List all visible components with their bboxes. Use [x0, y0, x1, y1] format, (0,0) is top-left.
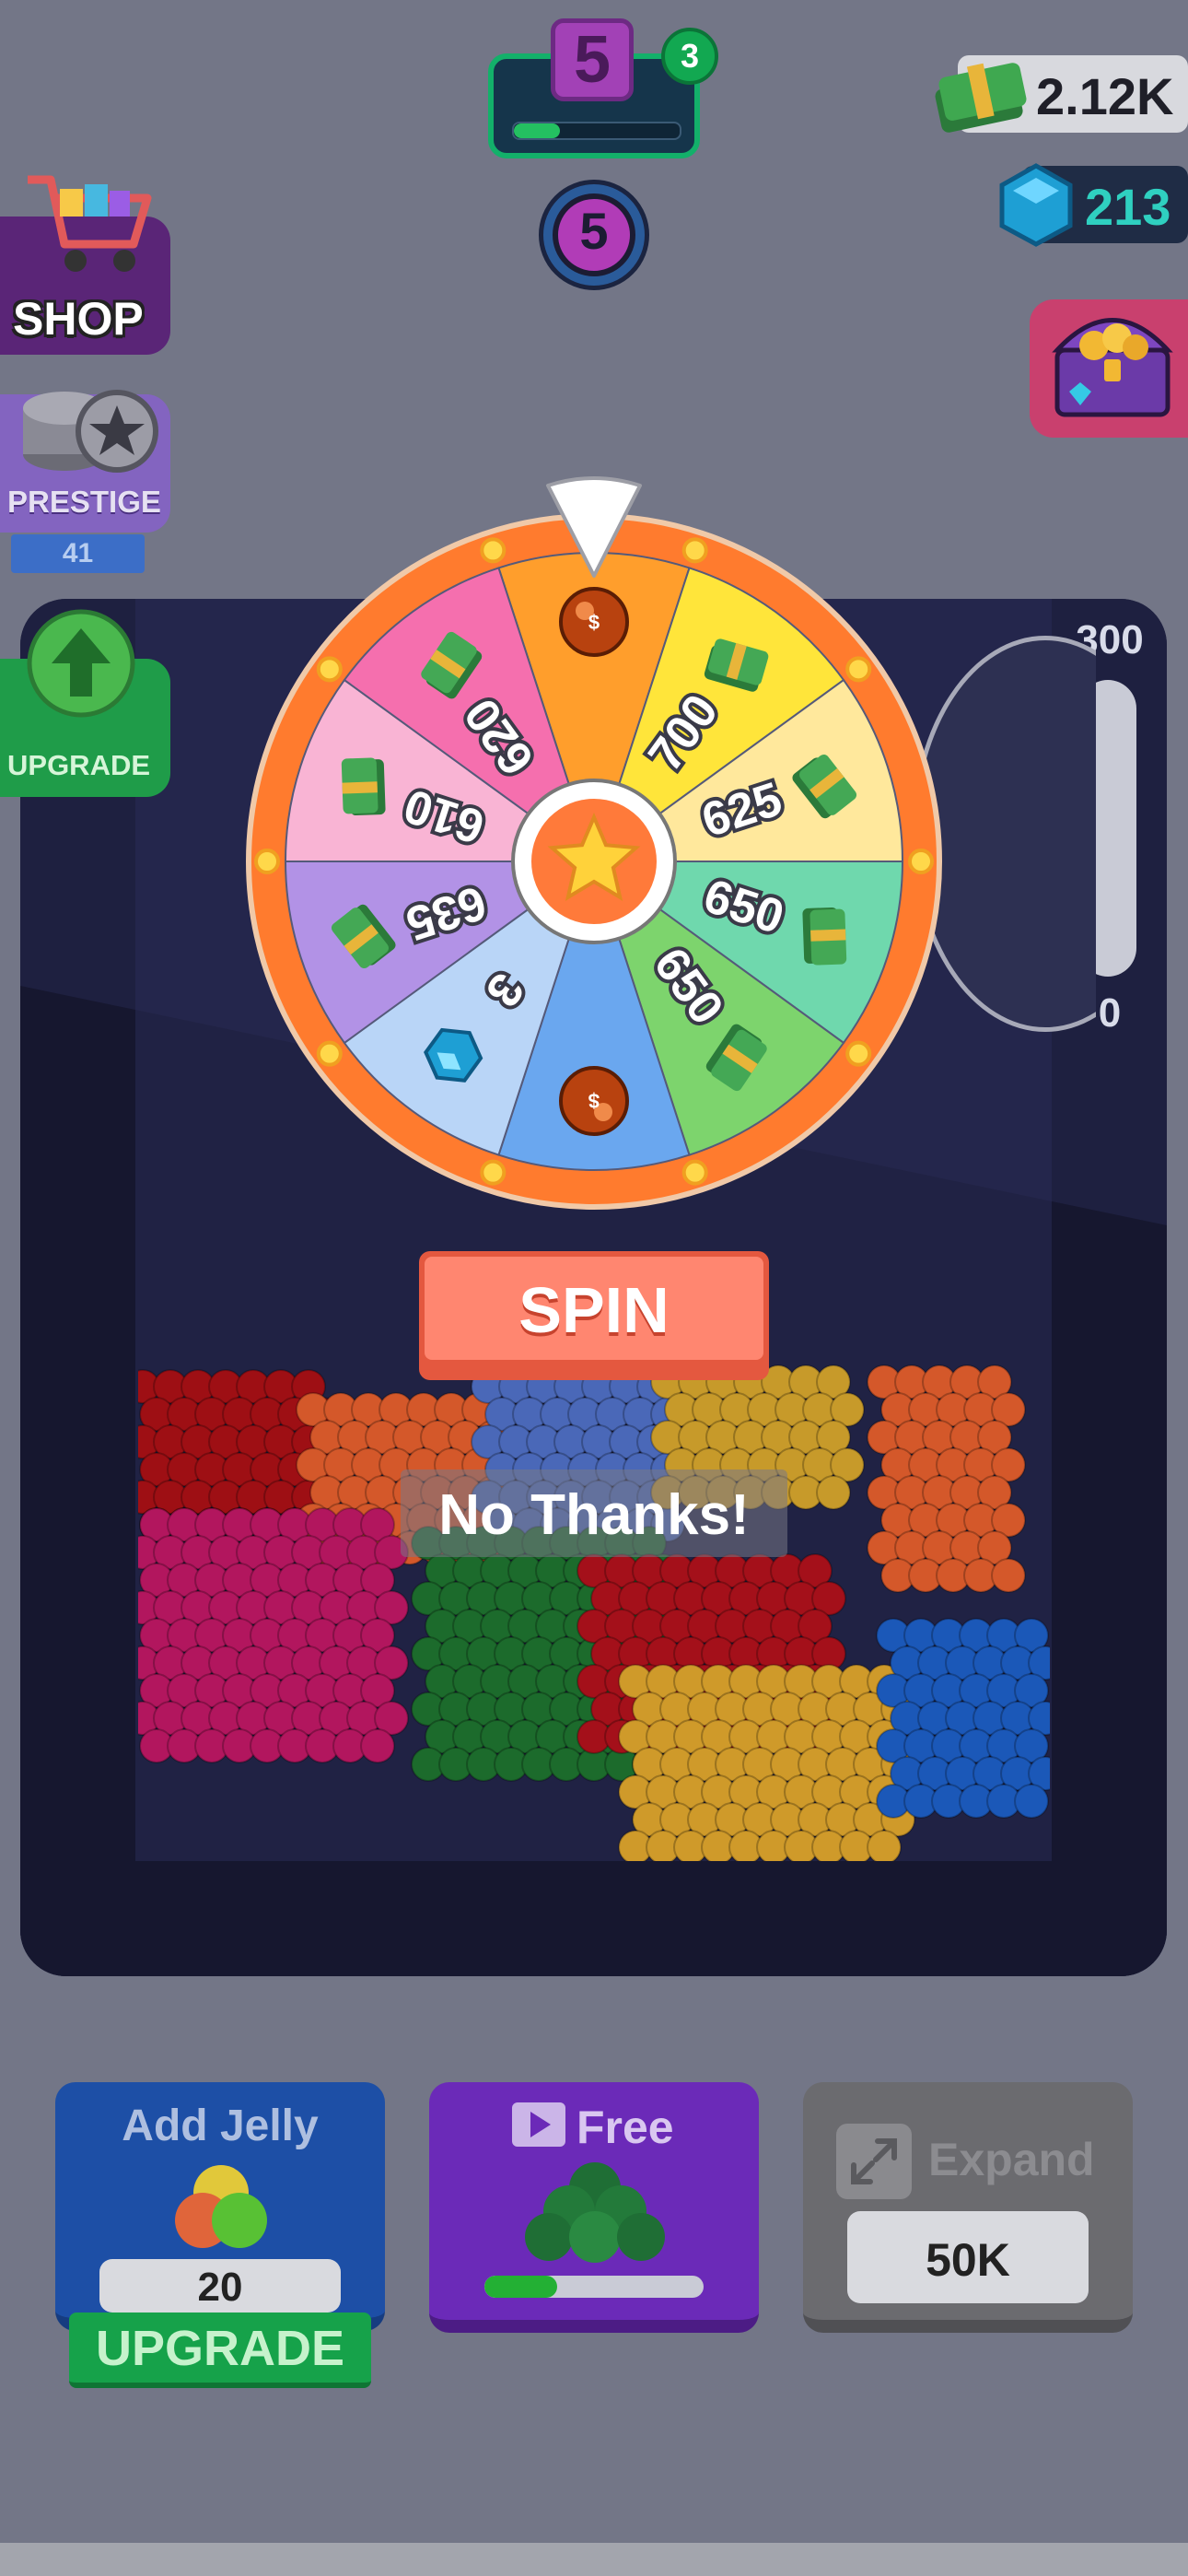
free-progress-fill: [484, 2276, 557, 2298]
upgrade-side-button[interactable]: UPGRADE: [0, 609, 170, 797]
no-thanks-button[interactable]: No Thanks!: [401, 1469, 787, 1557]
orb-icon: $: [559, 587, 629, 657]
expand-price-box: 50K: [847, 2211, 1089, 2303]
rim-light: [681, 1159, 708, 1186]
up-arrow-icon: [27, 609, 135, 718]
treasure-chest-icon: [1052, 318, 1173, 417]
svg-text:$: $: [588, 1089, 600, 1112]
no-thanks-label: No Thanks!: [438, 1483, 750, 1547]
free-title: Free: [577, 2102, 674, 2153]
bottom-strip: [0, 2543, 1188, 2576]
add-jelly-title: Add Jelly: [122, 2102, 319, 2150]
svg-text:$: $: [588, 611, 600, 634]
spin-label: SPIN: [518, 1274, 670, 1346]
cash-icon: [935, 63, 1027, 133]
orb-icon: $: [559, 1066, 629, 1136]
add-jelly-value: 20: [197, 2265, 243, 2310]
jelly-cluster: [138, 1507, 409, 1763]
video-play-icon: [512, 2102, 565, 2147]
prize-wheel[interactable]: $700625650650$3635610620: [235, 502, 953, 1221]
cash-amount: 2.12K: [1036, 67, 1174, 125]
jelly-pile: [138, 1364, 1050, 1861]
free-jelly-button[interactable]: Free: [429, 2082, 759, 2333]
expand-button[interactable]: Expand 50K: [803, 2082, 1133, 2333]
rim-light: [480, 1159, 507, 1186]
rim-light: [254, 849, 280, 874]
rim-light: [845, 1040, 872, 1067]
gem-icon: [999, 163, 1073, 247]
prestige-button[interactable]: PRESTIGE: [0, 390, 170, 533]
jelly-cluster: [867, 1364, 1026, 1593]
secondary-level-number: 5: [579, 202, 609, 260]
add-jelly-upgrade-label: UPGRADE: [95, 2321, 345, 2376]
rim-light: [845, 656, 872, 683]
prestige-label: PRESTIGE: [7, 485, 161, 519]
jelly-cluster: [618, 1664, 915, 1861]
shopping-cart-icon: [28, 175, 152, 272]
shop-label: SHOP: [13, 293, 144, 345]
prestige-coins-icon: [23, 390, 158, 473]
free-progress-track: [484, 2276, 704, 2298]
rim-light: [480, 537, 507, 564]
shop-button[interactable]: SHOP: [0, 175, 170, 355]
expand-title: Expand: [928, 2134, 1095, 2185]
add-jelly-upgrade-button[interactable]: UPGRADE: [69, 2313, 371, 2388]
expand-price: 50K: [926, 2234, 1010, 2286]
prestige-count-badge: 41: [11, 534, 145, 573]
rim-light: [316, 1040, 343, 1067]
gem-amount: 213: [1085, 178, 1171, 236]
rim-light: [316, 656, 343, 683]
add-jelly-value-box: 20: [99, 2259, 341, 2313]
upgrade-side-label: UPGRADE: [7, 749, 151, 781]
expand-icon: [836, 2124, 912, 2199]
level-number: 5: [551, 18, 634, 101]
secondary-level-indicator: 5: [539, 180, 649, 290]
rim-light: [681, 537, 708, 564]
jelly-cluster: [876, 1618, 1050, 1819]
level-badge: 3: [661, 28, 718, 85]
level-progress-fill: [514, 123, 561, 138]
rim-light: [908, 849, 934, 874]
spin-button[interactable]: SPIN: [419, 1251, 769, 1380]
jelly-pile-icon: [525, 2162, 665, 2263]
prestige-count: 41: [62, 538, 94, 568]
wheel-pointer: [546, 476, 642, 578]
jelly-blobs-icon: [175, 2165, 267, 2248]
add-jelly-button[interactable]: Add Jelly 20: [55, 2082, 385, 2331]
treasure-chest-button[interactable]: [1030, 299, 1188, 438]
level-progress-bar: [512, 122, 681, 140]
